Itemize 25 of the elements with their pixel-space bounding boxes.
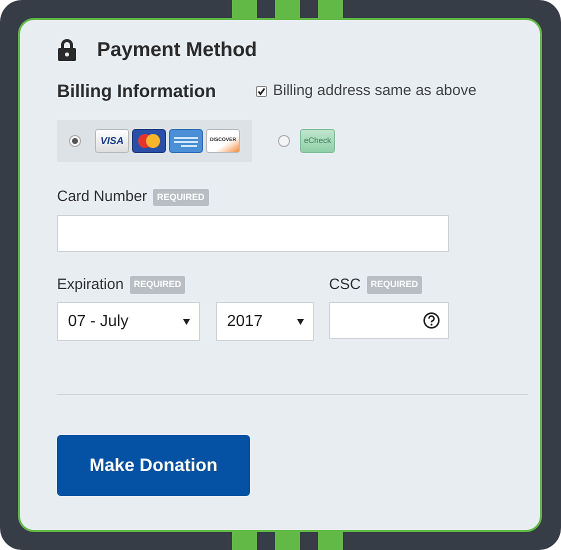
field-label: Card Number — [57, 187, 148, 207]
billing-heading: Billing Information — [57, 80, 217, 103]
card-number-field[interactable] — [57, 214, 449, 252]
amex-logo — [169, 129, 203, 153]
caret-icon — [183, 318, 190, 324]
checkbox-label: Billing address same as above — [273, 80, 476, 101]
radio-button[interactable] — [278, 135, 290, 147]
mastercard-logo — [132, 129, 166, 153]
csc-field[interactable] — [329, 302, 449, 339]
caret-icon — [297, 318, 304, 324]
required-badge: REQUIRED — [130, 276, 186, 294]
field-label: Expiration — [57, 274, 124, 294]
echeck-logo: eCheck — [300, 129, 335, 153]
make-donation-button[interactable]: Make Donation — [57, 435, 250, 496]
field-label: CSC — [329, 274, 361, 294]
month-select[interactable]: 07 - July — [57, 302, 200, 341]
checkbox[interactable] — [256, 86, 267, 96]
visa-logo: VISA — [95, 129, 129, 153]
lock-icon — [57, 39, 77, 61]
required-badge: REQUIRED — [366, 276, 422, 294]
help-icon[interactable] — [423, 312, 440, 329]
radio-button[interactable] — [69, 135, 81, 147]
section-title: Payment Method — [97, 38, 258, 63]
year-select[interactable]: 2017 — [216, 302, 314, 341]
required-badge: REQUIRED — [153, 188, 209, 206]
